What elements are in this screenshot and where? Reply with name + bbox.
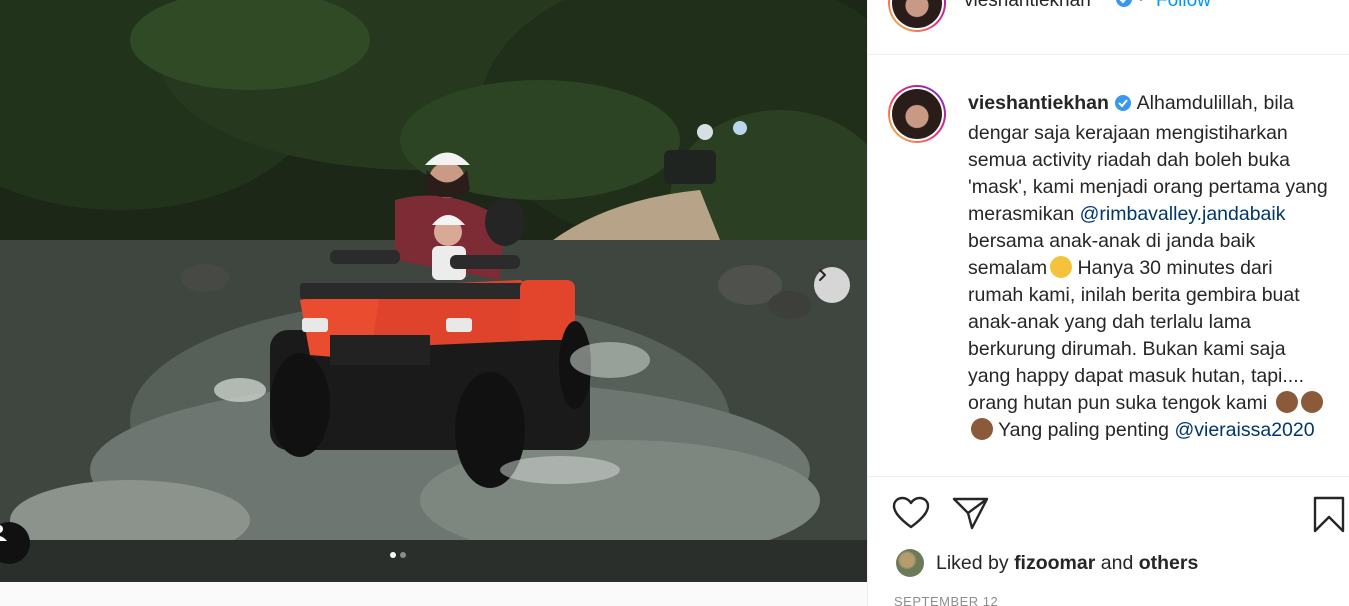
post-header: vieshantiekhan • Follow •••	[868, 0, 1349, 55]
header-avatar[interactable]	[888, 0, 946, 32]
carousel-dot	[390, 552, 396, 558]
post-sidebar: vieshantiekhan • Follow ••• vieshantiekh…	[867, 0, 1349, 606]
mention-link[interactable]: @vieraissa2020	[1174, 419, 1314, 441]
like-button[interactable]	[892, 496, 930, 535]
carousel-indicator	[390, 552, 406, 558]
more-options-button[interactable]: •••	[1320, 0, 1344, 9]
heart-icon	[892, 496, 930, 529]
divider	[868, 476, 1349, 477]
atv-river-photo	[0, 0, 867, 582]
laughing-emoji-icon	[1050, 256, 1073, 278]
likes-others-link[interactable]: others	[1139, 552, 1199, 575]
likes-prefix: Liked by	[936, 551, 1009, 574]
verified-badge-icon	[1114, 93, 1132, 120]
bookmark-icon	[1313, 496, 1345, 533]
see-no-evil-monkey-emoji-icon	[1275, 391, 1298, 413]
caption-text-3: Hanya 30 minutes dari rumah kami, inilah…	[968, 257, 1305, 414]
post-caption: vieshantiekhan Alhamdulillah, bila denga…	[968, 90, 1328, 444]
avatar-image	[892, 89, 942, 139]
speak-no-evil-monkey-emoji-icon	[971, 418, 993, 440]
follow-button[interactable]: Follow	[1156, 0, 1211, 12]
user-tag-icon	[0, 525, 7, 541]
hear-no-evil-monkey-emoji-icon	[1300, 391, 1323, 413]
action-bar	[868, 490, 1349, 538]
carousel-dot	[400, 552, 406, 558]
caption-username[interactable]: vieshantiekhan	[968, 92, 1109, 114]
post-date[interactable]: SEPTEMBER 12	[894, 594, 998, 606]
avatar-ring	[890, 87, 944, 141]
mention-link[interactable]: @rimbavalley.jandabaik	[1080, 203, 1286, 225]
likes-and: and	[1100, 551, 1134, 574]
page-background	[0, 582, 867, 606]
header-separator: •	[1138, 0, 1144, 9]
avatar-ring	[890, 0, 944, 30]
save-button[interactable]	[1312, 496, 1346, 539]
chevron-right-icon	[819, 269, 826, 281]
verified-badge-icon	[1115, 0, 1133, 13]
comments-section[interactable]: vieshantiekhan Alhamdulillah, bila denga…	[868, 55, 1349, 475]
caption-text-4: Yang paling penting	[998, 419, 1170, 441]
share-button[interactable]	[952, 496, 990, 535]
avatar-image	[892, 0, 942, 28]
liker-avatar[interactable]	[896, 549, 924, 577]
carousel-next-button[interactable]	[814, 267, 850, 303]
post-photo[interactable]	[0, 0, 867, 582]
caption-avatar[interactable]	[888, 85, 946, 143]
header-username[interactable]: vieshantiekhan	[964, 0, 1091, 12]
likes-summary: Liked by fizoomar and others	[896, 546, 1198, 580]
liker-username[interactable]: fizoomar	[1014, 552, 1095, 575]
share-icon	[952, 497, 989, 530]
instagram-post: vieshantiekhan • Follow ••• vieshantiekh…	[0, 0, 1349, 606]
